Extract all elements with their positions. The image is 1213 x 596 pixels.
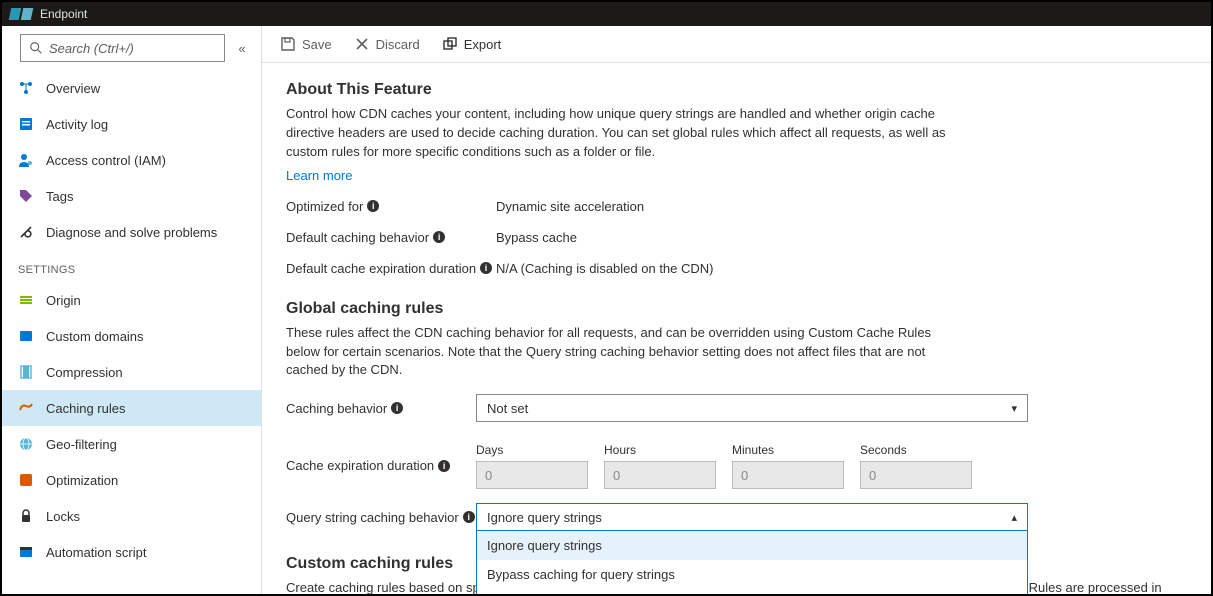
sidebar-item-label: Locks (46, 509, 80, 524)
days-label: Days (476, 443, 588, 457)
info-icon[interactable]: i (438, 460, 450, 472)
save-icon (280, 36, 296, 52)
script-icon (18, 544, 34, 560)
sidebar-item-origin[interactable]: Origin (2, 282, 261, 318)
search-placeholder: Search (Ctrl+/) (49, 41, 134, 56)
sidebar-item-tags[interactable]: Tags (2, 178, 261, 214)
access-control-icon (18, 152, 34, 168)
sidebar-item-diagnose[interactable]: Diagnose and solve problems (2, 214, 261, 250)
query-string-label: Query string caching behavior (286, 510, 459, 525)
breadcrumb-title: Endpoint (40, 7, 87, 21)
compression-icon (18, 364, 34, 380)
sidebar-item-caching-rules[interactable]: Caching rules (2, 390, 261, 426)
info-icon[interactable]: i (480, 262, 492, 274)
global-heading: Global caching rules (286, 300, 1187, 318)
overview-icon (18, 80, 34, 96)
about-description: Control how CDN caches your content, inc… (286, 105, 966, 162)
info-icon[interactable]: i (433, 231, 445, 243)
caching-behavior-select[interactable]: Not set ▾ (476, 394, 1028, 422)
domains-icon (18, 328, 34, 344)
optimized-for-value: Dynamic site acceleration (496, 199, 644, 214)
sidebar-section-header: SETTINGS (2, 250, 261, 282)
search-input[interactable]: Search (Ctrl+/) (20, 34, 225, 62)
sidebar-item-activity-log[interactable]: Activity log (2, 106, 261, 142)
info-icon[interactable]: i (391, 402, 403, 414)
toolbar: Save Discard Export (262, 26, 1211, 63)
sidebar-item-label: Caching rules (46, 401, 126, 416)
caching-icon (18, 400, 34, 416)
save-button[interactable]: Save (280, 36, 332, 52)
wrench-icon (18, 224, 34, 240)
sidebar-item-geo-filtering[interactable]: Geo-filtering (2, 426, 261, 462)
discard-icon (354, 36, 370, 52)
minutes-label: Minutes (732, 443, 844, 457)
sidebar-item-label: Diagnose and solve problems (46, 225, 217, 240)
learn-more-link[interactable]: Learn more (286, 168, 352, 183)
export-icon (442, 36, 458, 52)
default-expiration-label: Default cache expiration duration (286, 261, 476, 276)
sidebar-item-label: Automation script (46, 545, 146, 560)
global-description: These rules affect the CDN caching behav… (286, 324, 966, 381)
sidebar-item-optimization[interactable]: Optimization (2, 462, 261, 498)
content-area: About This Feature Control how CDN cache… (262, 63, 1211, 594)
sidebar-item-automation-script[interactable]: Automation script (2, 534, 261, 570)
lock-icon (18, 508, 34, 524)
sidebar-item-locks[interactable]: Locks (2, 498, 261, 534)
sidebar-item-label: Origin (46, 293, 81, 308)
dropdown-option[interactable]: Cache every unique URL (477, 589, 1027, 594)
caching-behavior-label: Caching behavior (286, 401, 387, 416)
sidebar-item-label: Geo-filtering (46, 437, 117, 452)
chevron-up-icon: ▴ (1011, 511, 1017, 524)
hours-input[interactable] (604, 461, 716, 489)
tag-icon (18, 188, 34, 204)
info-icon[interactable]: i (367, 200, 379, 212)
optimized-for-label: Optimized for (286, 199, 363, 214)
globe-icon (18, 436, 34, 452)
chevron-down-icon: ▾ (1011, 402, 1017, 415)
search-icon (29, 41, 43, 55)
sidebar-item-label: Tags (46, 189, 73, 204)
caching-behavior-value: Not set (487, 401, 528, 416)
sidebar-item-custom-domains[interactable]: Custom domains (2, 318, 261, 354)
sidebar-item-access-control[interactable]: Access control (IAM) (2, 142, 261, 178)
default-expiration-value: N/A (Caching is disabled on the CDN) (496, 261, 714, 276)
sidebar-item-label: Access control (IAM) (46, 153, 166, 168)
sidebar-item-label: Compression (46, 365, 123, 380)
dropdown-option[interactable]: Ignore query strings (477, 531, 1027, 560)
top-bar: Endpoint (2, 2, 1211, 26)
query-string-select[interactable]: Ignore query strings ▴ Ignore query stri… (476, 503, 1028, 531)
about-heading: About This Feature (286, 81, 1187, 99)
sidebar: Search (Ctrl+/) « Overview Activity log … (2, 26, 262, 594)
info-icon[interactable]: i (463, 511, 475, 523)
sidebar-item-label: Overview (46, 81, 100, 96)
azure-logo-icon (10, 8, 32, 20)
days-input[interactable] (476, 461, 588, 489)
sidebar-item-label: Custom domains (46, 329, 144, 344)
seconds-label: Seconds (860, 443, 972, 457)
default-behavior-label: Default caching behavior (286, 230, 429, 245)
default-behavior-value: Bypass cache (496, 230, 577, 245)
cache-expiration-label: Cache expiration duration (286, 458, 434, 473)
minutes-input[interactable] (732, 461, 844, 489)
sidebar-item-label: Activity log (46, 117, 108, 132)
seconds-input[interactable] (860, 461, 972, 489)
sidebar-item-label: Optimization (46, 473, 118, 488)
optimization-icon (18, 472, 34, 488)
activity-log-icon (18, 116, 34, 132)
sidebar-item-overview[interactable]: Overview (2, 70, 261, 106)
dropdown-option[interactable]: Bypass caching for query strings (477, 560, 1027, 589)
hours-label: Hours (604, 443, 716, 457)
collapse-sidebar-button[interactable]: « (233, 41, 251, 56)
export-button[interactable]: Export (442, 36, 502, 52)
origin-icon (18, 292, 34, 308)
sidebar-item-compression[interactable]: Compression (2, 354, 261, 390)
discard-button[interactable]: Discard (354, 36, 420, 52)
query-string-dropdown: Ignore query strings Bypass caching for … (476, 531, 1028, 594)
query-string-value: Ignore query strings (487, 510, 602, 525)
